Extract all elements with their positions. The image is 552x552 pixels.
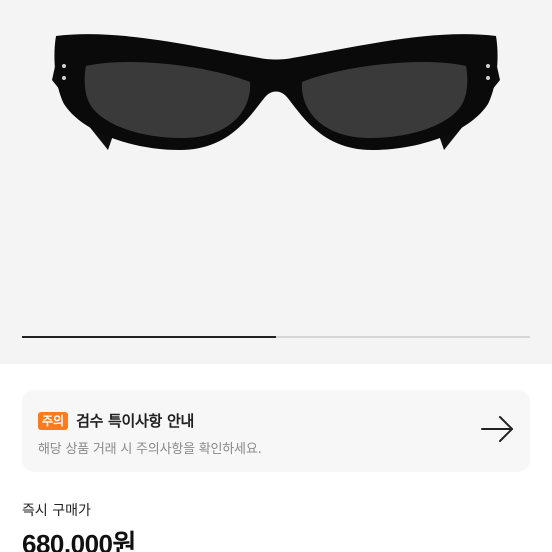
- inspection-notice-card[interactable]: 주의 검수 특이사항 안내 해당 상품 거래 시 주의사항을 확인하세요.: [22, 390, 530, 472]
- image-carousel-indicator[interactable]: [22, 336, 530, 338]
- notice-title: 검수 특이사항 안내: [76, 412, 194, 430]
- carousel-progress-bar: [22, 336, 276, 338]
- instant-buy-price: 680,000원: [22, 529, 136, 552]
- notice-subtitle: 해당 상품 거래 시 주의사항을 확인하세요.: [38, 442, 262, 457]
- instant-buy-label: 즉시 구매가: [22, 503, 91, 519]
- caution-badge: 주의: [38, 411, 69, 430]
- sunglasses-image: [52, 34, 500, 150]
- notice-title-row: 주의 검수 특이사항 안내: [38, 410, 194, 431]
- arrow-right-icon[interactable]: [480, 414, 516, 444]
- product-image-area[interactable]: [0, 0, 552, 364]
